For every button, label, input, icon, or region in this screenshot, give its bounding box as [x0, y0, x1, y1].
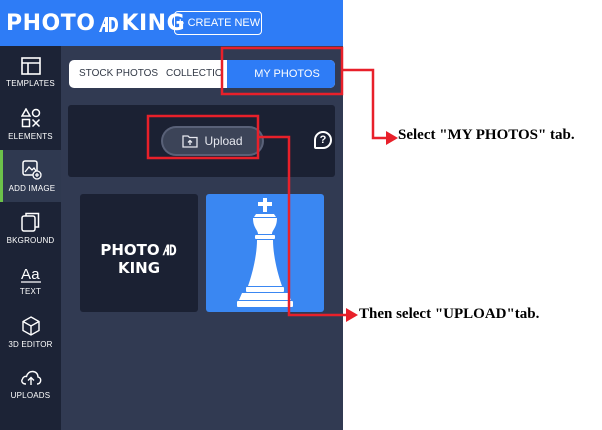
app-logo[interactable]: PHOTO KING	[6, 9, 185, 37]
help-icon[interactable]: ?	[314, 131, 332, 149]
sidebar-item-label: BKGROUND	[6, 235, 55, 245]
thumbnail-logo-photo: PHOTO	[100, 241, 160, 259]
tab-my-photos[interactable]: MY PHOTOS	[227, 60, 335, 88]
sidebar-item-elements[interactable]: ELEMENTS	[0, 98, 61, 150]
thumbnail-logo-text: PHOTO KING	[80, 241, 198, 277]
folder-upload-icon	[182, 135, 199, 148]
sidebar-item-label: TEXT	[19, 286, 42, 296]
arrow-head-my-photos	[386, 131, 398, 145]
logo-ad-icon	[99, 17, 119, 32]
upload-button[interactable]: Upload	[163, 128, 262, 154]
thumbnail-logo-king: KING	[117, 259, 161, 277]
tab-stock-photos[interactable]: STOCK PHOTOS	[79, 60, 158, 88]
sidebar-item-label: UPLOADS	[10, 390, 51, 400]
background-icon	[20, 212, 39, 232]
plus-icon: +	[175, 14, 185, 32]
add-image-icon	[22, 159, 42, 180]
sidebar-item-templates[interactable]: TEMPLATES	[0, 46, 61, 98]
sidebar: TEMPLATES ELEMENTS ADD IMAGE BKGROUND Aa…	[0, 46, 61, 430]
sidebar-item-uploads[interactable]: UPLOADS	[0, 358, 61, 410]
3d-editor-icon	[21, 315, 40, 336]
uploads-icon	[20, 370, 41, 385]
arrow-line-my-photos	[343, 68, 388, 140]
text-icon: Aa	[20, 266, 41, 283]
annotation-step-2: Then select "UPLOAD"tab.	[359, 306, 540, 322]
svg-text:Aa: Aa	[21, 266, 40, 283]
top-bar: PHOTO KING + CREATE NEW	[0, 0, 343, 46]
elements-icon	[20, 107, 40, 127]
add-image-panel: STOCK PHOTOS COLLECTIONS MY PHOTOS Uploa…	[61, 46, 343, 430]
arrow-head-upload	[346, 308, 358, 322]
templates-icon	[20, 56, 41, 75]
photo-thumbnail-logo[interactable]: PHOTO KING	[80, 194, 198, 312]
sidebar-item-text[interactable]: Aa TEXT	[0, 254, 61, 306]
tab-collections[interactable]: COLLECTIONS	[166, 60, 226, 88]
chess-king-image	[237, 198, 293, 307]
create-new-label: CREATE NEW	[187, 17, 261, 29]
sidebar-item-label: TEMPLATES	[6, 78, 55, 88]
photo-thumbnail-chess-king[interactable]	[206, 194, 324, 312]
sidebar-item-add-image[interactable]: ADD IMAGE	[0, 150, 61, 202]
photoadking-app: PHOTO KING + CREATE NEW TEMPLATES ELEMEN…	[0, 0, 343, 430]
logo-text-photo: PHOTO	[6, 10, 96, 36]
create-new-button[interactable]: + CREATE NEW	[174, 11, 262, 35]
photo-source-tabs: STOCK PHOTOS COLLECTIONS MY PHOTOS	[69, 60, 335, 88]
sidebar-item-3d-editor[interactable]: 3D EDITOR	[0, 306, 61, 358]
sidebar-item-label: ADD IMAGE	[8, 183, 56, 193]
annotation-step-1: Select "MY PHOTOS" tab.	[398, 127, 575, 143]
upload-label: Upload	[204, 134, 243, 148]
sidebar-item-background[interactable]: BKGROUND	[0, 202, 61, 254]
sidebar-item-label: ELEMENTS	[8, 131, 53, 141]
sidebar-item-label: 3D EDITOR	[8, 339, 53, 349]
thumbnail-logo-ad-icon	[162, 244, 176, 256]
upload-area: Upload ?	[68, 105, 335, 177]
